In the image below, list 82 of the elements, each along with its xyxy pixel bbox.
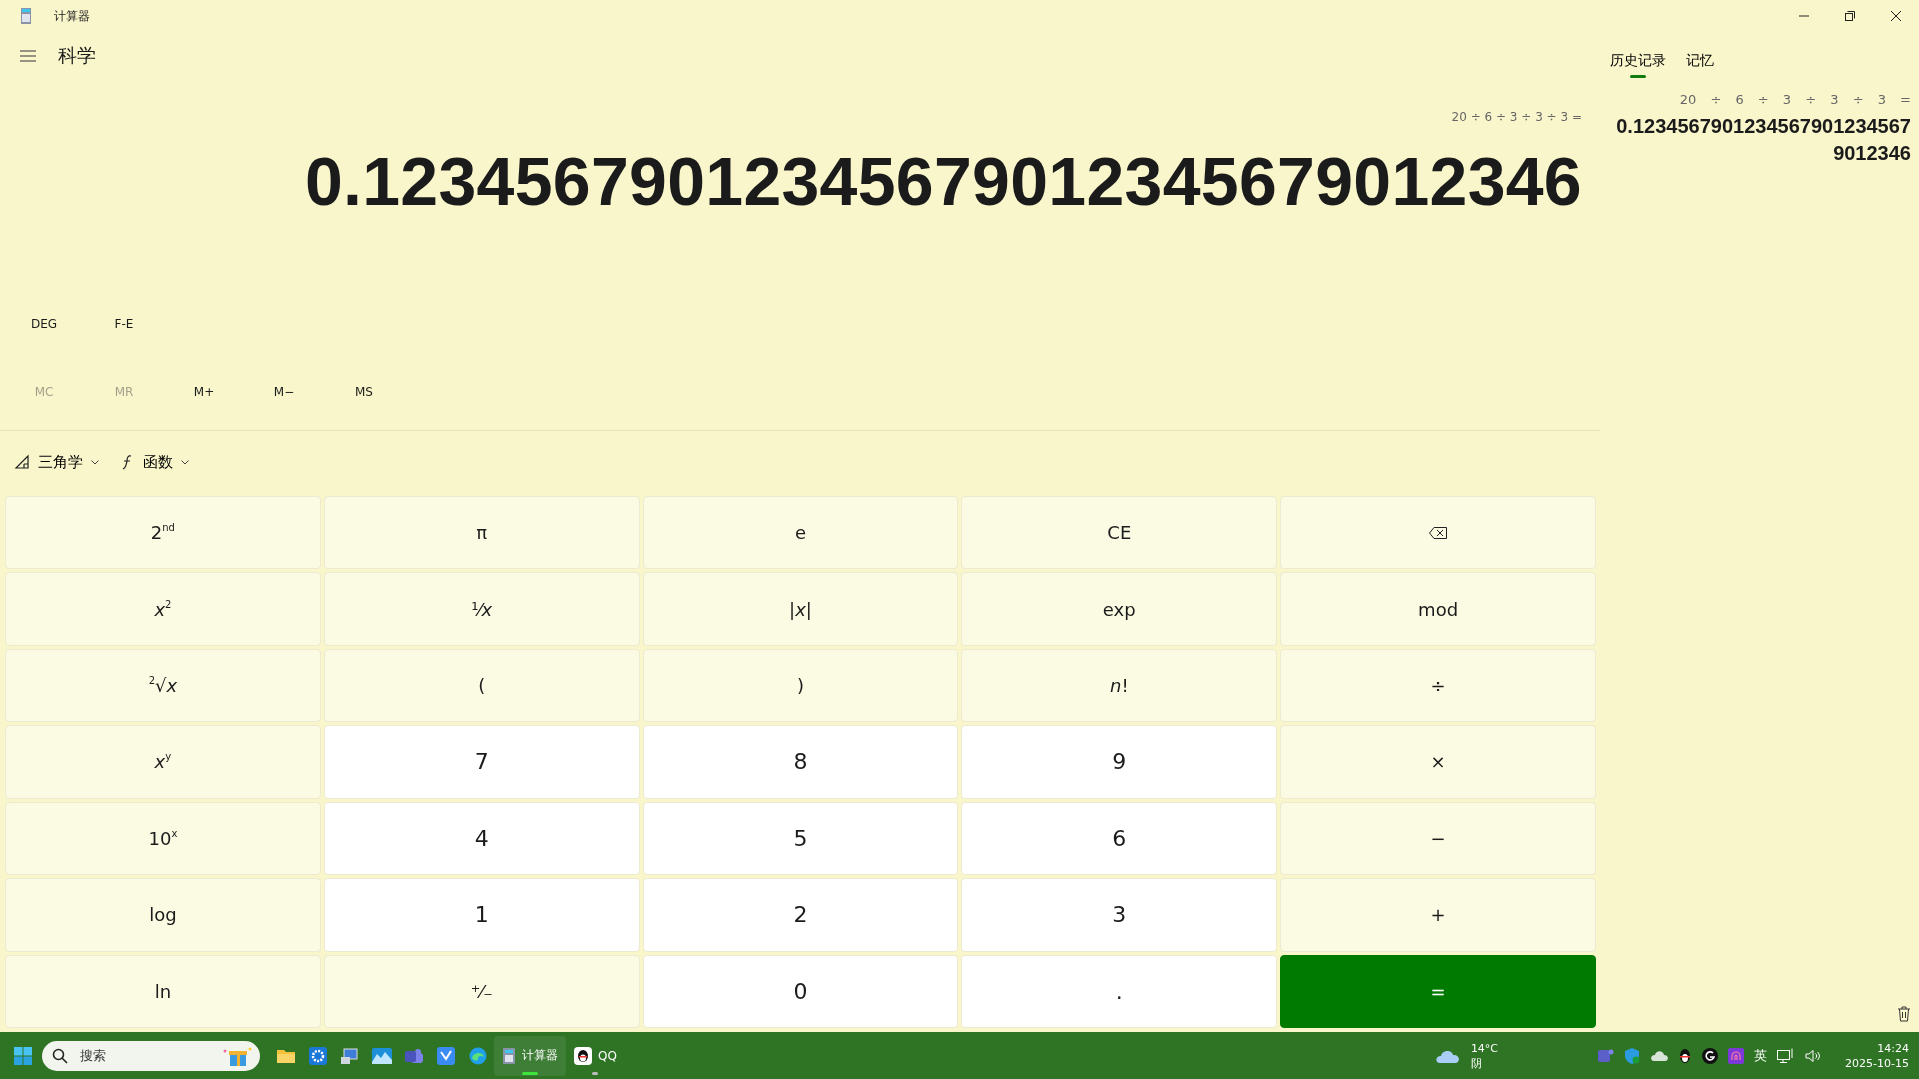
gear-icon[interactable] <box>309 1046 327 1065</box>
monitor-icon[interactable] <box>341 1046 359 1065</box>
dropdown-menu[interactable]: 函数 <box>109 446 199 478</box>
clock-date[interactable]: 2025-10-15 <box>1845 1055 1909 1071</box>
browser-icon[interactable] <box>469 1046 487 1065</box>
mode-toggle[interactable]: DEG <box>4 304 84 344</box>
calculator-key[interactable]: e <box>642 496 959 570</box>
close-icon[interactable] <box>1891 11 1901 21</box>
input-method-indicator[interactable]: 英 <box>1754 1046 1768 1065</box>
start-icon[interactable] <box>14 1046 32 1065</box>
chart-icon[interactable] <box>372 1047 392 1064</box>
panel-tab[interactable]: 历史记录 <box>1610 44 1666 80</box>
search-icon <box>52 1047 68 1064</box>
calculator-key[interactable]: 4 <box>323 801 640 876</box>
clock-time[interactable]: 14:24 <box>1877 1040 1909 1056</box>
g-logo-icon[interactable] <box>1702 1047 1719 1064</box>
calculator-key[interactable]: 3 <box>961 878 1278 952</box>
mode-toggle[interactable]: F-E <box>84 304 164 344</box>
penguin-icon[interactable] <box>1678 1047 1693 1064</box>
memory-button[interactable]: M+ <box>164 372 244 412</box>
mode-title: 科学 <box>58 43 96 68</box>
calculator-key[interactable]: + <box>1280 878 1596 952</box>
calculator-key[interactable]: 5 <box>642 801 959 876</box>
taskbar-app[interactable]: QQ <box>566 1035 625 1076</box>
calculator-key[interactable]: π <box>323 496 640 570</box>
calculator-key[interactable]: 0 <box>642 954 959 1028</box>
calculator-key[interactable]: − <box>1280 801 1596 876</box>
calculator-icon[interactable] <box>502 1046 516 1065</box>
calculator-key[interactable]: 6 <box>961 801 1278 876</box>
volume-icon[interactable] <box>1805 1048 1822 1063</box>
trash-icon[interactable] <box>1897 1006 1911 1022</box>
calculator-key[interactable]: × <box>1280 725 1596 799</box>
restore-icon[interactable] <box>1845 11 1855 21</box>
calculator-key[interactable]: 10$^{x}$ <box>5 801 321 876</box>
calculator-key[interactable]: $^{2}$√x <box>5 648 321 723</box>
history-result[interactable]: 0.12345679012345679012345679012346 <box>1608 113 1911 167</box>
network-icon[interactable] <box>1777 1047 1796 1064</box>
weather-text: 阴 <box>1470 1055 1482 1071</box>
calculator-key[interactable]: exp <box>961 572 1278 646</box>
panel-tab[interactable]: 记忆 <box>1686 44 1714 80</box>
history-expression[interactable]: 20 ÷ 6 ÷ 3 ÷ 3 ÷ 3 = <box>1679 92 1911 107</box>
chevron-down-icon <box>91 459 99 465</box>
calculator-key[interactable]: ¹⁄x <box>323 572 640 646</box>
calculator-key[interactable]: n! <box>961 648 1278 723</box>
calculator-key[interactable]: x$^{2}$ <box>5 572 321 646</box>
cloud-icon[interactable] <box>1650 1049 1669 1062</box>
search-box[interactable]: 搜索 <box>42 1040 260 1071</box>
calculator-key[interactable]: . <box>961 954 1278 1028</box>
memory-button[interactable]: MS <box>324 372 404 412</box>
taskbar-app[interactable]: 计算器 <box>494 1035 566 1076</box>
calculator-key[interactable]: 1 <box>323 878 640 952</box>
calculator-icon <box>20 8 32 24</box>
expression-text: 20 ÷ 6 ÷ 3 ÷ 3 ÷ 3 = <box>1451 110 1582 124</box>
calculator-key[interactable]: 2 <box>642 878 959 952</box>
search-input[interactable]: 搜索 <box>78 1047 212 1064</box>
calculator-key[interactable]: ) <box>642 648 959 723</box>
backspace-icon[interactable] <box>1429 526 1448 539</box>
window-title: 计算器 <box>54 7 90 25</box>
memory-button[interactable]: M− <box>244 372 324 412</box>
calculator-key[interactable]: CE <box>961 496 1278 570</box>
calculator-key[interactable]: 2$^{nd}$ <box>5 496 321 570</box>
calculator-key[interactable]: log <box>5 878 321 952</box>
result-display: 0.12345679012345679012345679012346 <box>304 142 1582 220</box>
chevron-down-icon <box>181 459 189 465</box>
calculator-key[interactable]: 7 <box>323 725 640 799</box>
equals-key[interactable]: = <box>1280 954 1596 1028</box>
calculator-key[interactable]: ( <box>323 648 640 723</box>
folder-icon[interactable] <box>277 1047 295 1064</box>
temperature-text: 14°C <box>1470 1040 1499 1056</box>
calculator-key[interactable]: ⁺⁄₋ <box>323 954 640 1028</box>
calculator-key[interactable]: ÷ <box>1280 648 1596 723</box>
calculator-key[interactable]: 8 <box>642 725 959 799</box>
calculator-key[interactable]: ln <box>5 954 321 1028</box>
calculator-key[interactable]: |x| <box>642 572 959 646</box>
penguin-icon[interactable] <box>574 1046 592 1065</box>
calculator-key[interactable]: 9 <box>961 725 1278 799</box>
fingerprint-icon[interactable] <box>1728 1047 1745 1064</box>
calculator-key[interactable]: mod <box>1280 572 1596 646</box>
triangle-icon <box>14 454 30 470</box>
calculator-key[interactable]: x$^{y}$ <box>5 725 321 799</box>
dropdown-menu[interactable]: 三角学 <box>4 446 109 478</box>
bird-icon[interactable] <box>437 1046 455 1065</box>
